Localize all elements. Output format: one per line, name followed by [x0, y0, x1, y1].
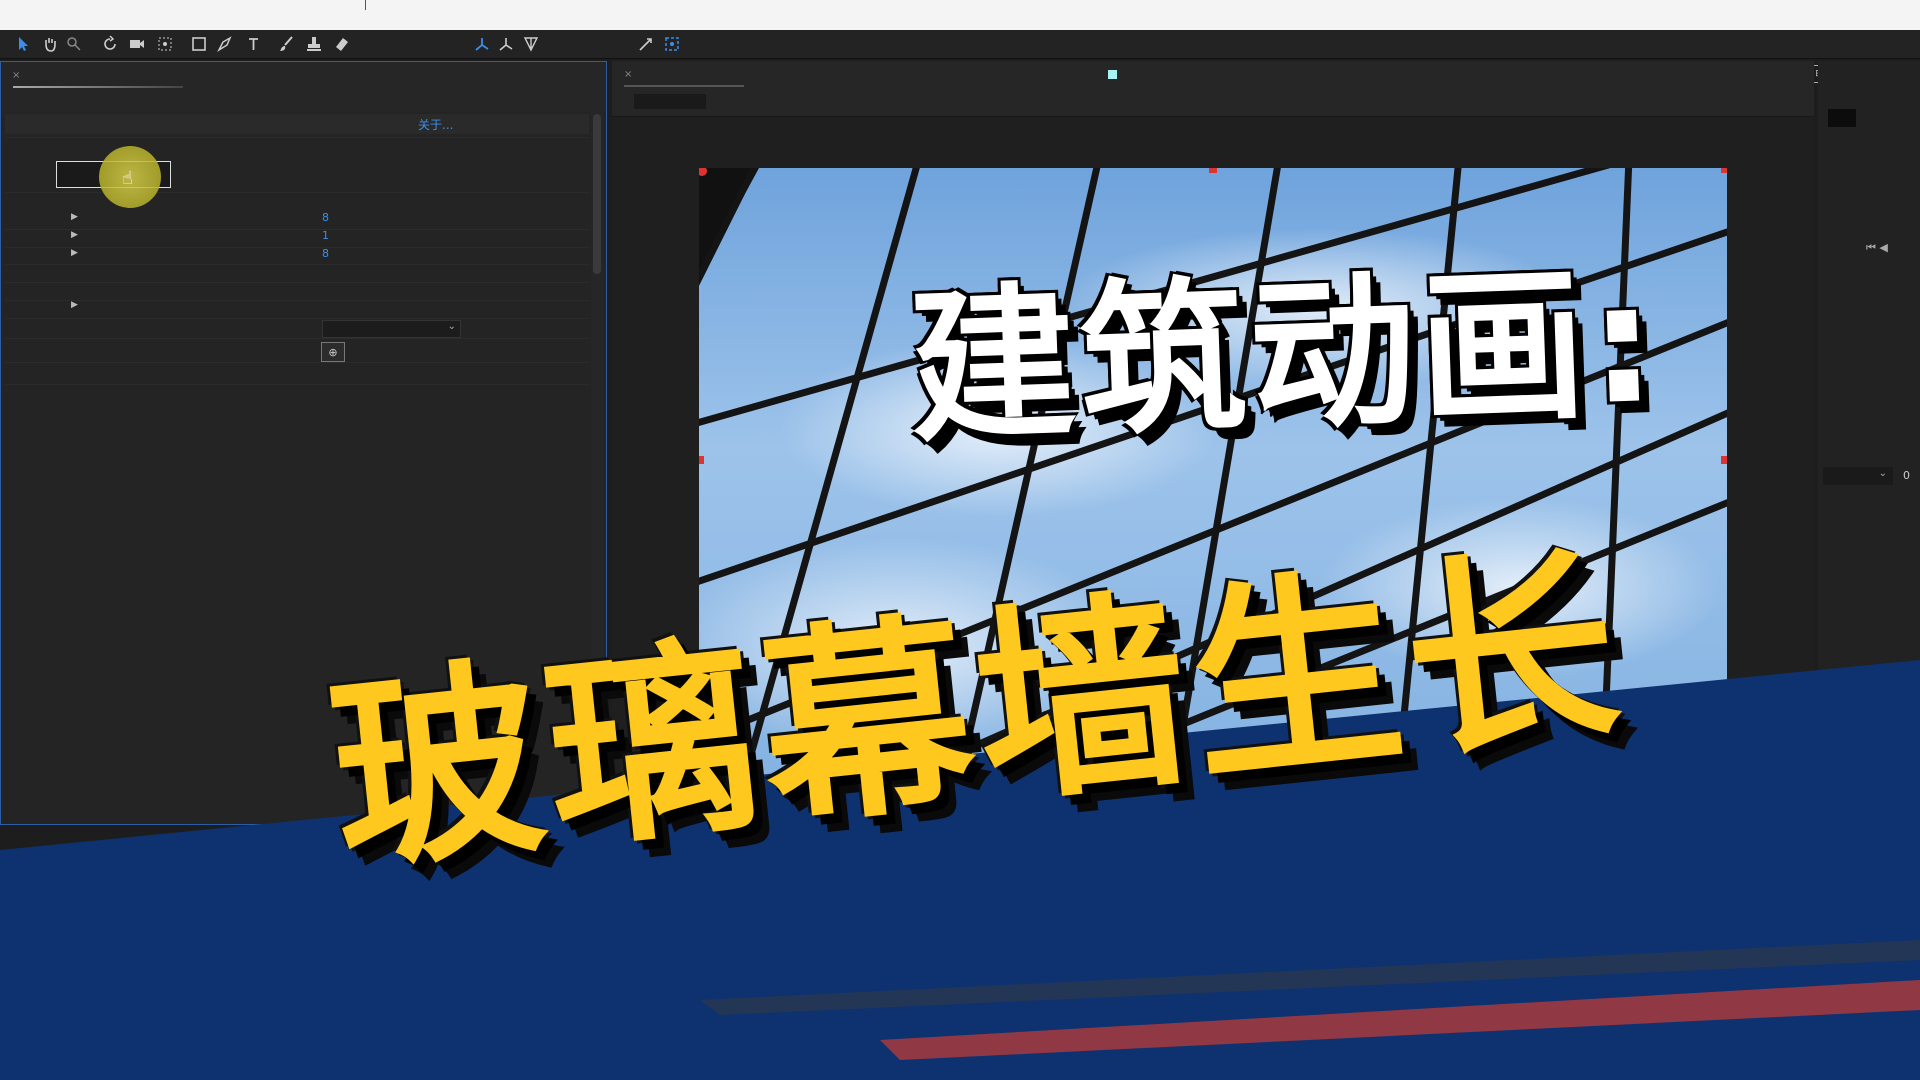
chevron-down-icon: ⌄: [447, 321, 456, 332]
local-axis-icon[interactable]: [472, 34, 492, 54]
preview-value[interactable]: 0: [1903, 469, 1910, 482]
toolbar: ⊟: [0, 30, 1920, 83]
row-divider: [5, 137, 589, 138]
rotate-tool-icon[interactable]: [100, 34, 120, 54]
pan-behind-tool-icon[interactable]: [155, 34, 175, 54]
param-value[interactable]: 1: [322, 229, 329, 242]
expand-arrow-icon[interactable]: ▶: [71, 230, 78, 240]
composition-dropdown[interactable]: [634, 94, 706, 109]
viewer-header: [612, 61, 1814, 117]
clone-stamp-tool-icon[interactable]: [304, 34, 324, 54]
param-dropdown[interactable]: ⌄: [322, 320, 461, 338]
close-icon[interactable]: ×: [624, 69, 632, 80]
rectangle-tool-icon[interactable]: [189, 34, 209, 54]
title-line-1: 建筑动画:: [906, 246, 1664, 466]
preview-dropdown[interactable]: ⌄: [1823, 467, 1893, 485]
zoom-tool-icon[interactable]: [64, 34, 84, 54]
transform-handle[interactable]: [699, 456, 704, 464]
expand-arrow-icon[interactable]: ▶: [71, 212, 78, 222]
eraser-tool-icon[interactable]: [332, 34, 352, 54]
panel-tab[interactable]: [13, 86, 183, 88]
previous-frame-icon[interactable]: ⏮ ◀: [1866, 241, 1888, 255]
row-divider: [5, 282, 589, 283]
param-value[interactable]: 8: [322, 211, 329, 224]
strip-marker: [365, 0, 366, 10]
transform-handle[interactable]: [1721, 168, 1727, 173]
viewer-tab[interactable]: [624, 85, 744, 87]
chevron-down-icon: ⌄: [1878, 468, 1887, 479]
color-swatch[interactable]: [1828, 109, 1856, 127]
row-divider: [5, 229, 589, 230]
hand-tool-icon[interactable]: [40, 34, 60, 54]
view-axis-icon[interactable]: [521, 34, 541, 54]
snapping-icon[interactable]: [636, 34, 656, 54]
row-divider: [5, 192, 589, 193]
row-divider: [5, 338, 589, 339]
snap-options-icon[interactable]: [662, 34, 682, 54]
brush-tool-icon[interactable]: [277, 34, 297, 54]
pen-tool-icon[interactable]: [215, 34, 235, 54]
row-divider: [5, 264, 589, 265]
effect-header-row: [5, 114, 589, 134]
text-tool-icon[interactable]: [245, 34, 265, 54]
scroll-thumb[interactable]: [593, 114, 601, 274]
world-axis-icon[interactable]: [496, 34, 516, 54]
point-target-icon[interactable]: ⊕: [321, 342, 345, 362]
timeline-red-strip: [880, 980, 1920, 1060]
anchor-indicator-icon: [1108, 70, 1117, 79]
preview-panel: ⏮ ◀ ⌄ 0: [1818, 61, 1920, 821]
selection-tool-icon[interactable]: [14, 34, 34, 54]
row-divider: [5, 384, 589, 385]
camera-tool-icon[interactable]: [127, 34, 147, 54]
hand-cursor-icon: ☝: [122, 168, 133, 189]
transform-handle[interactable]: [1209, 168, 1217, 173]
row-divider: [5, 318, 589, 319]
timeline-strip: [700, 940, 1920, 1015]
transform-handle[interactable]: [1721, 456, 1727, 464]
expand-arrow-icon[interactable]: ▶: [71, 300, 78, 310]
expand-arrow-icon[interactable]: ▶: [71, 248, 78, 258]
row-divider: [5, 247, 589, 248]
param-value[interactable]: 8: [322, 247, 329, 260]
row-divider: [5, 300, 589, 301]
close-icon[interactable]: ×: [12, 70, 20, 81]
about-link[interactable]: 关于...: [418, 116, 453, 133]
title-strip: [0, 0, 1920, 30]
row-divider: [5, 362, 589, 363]
